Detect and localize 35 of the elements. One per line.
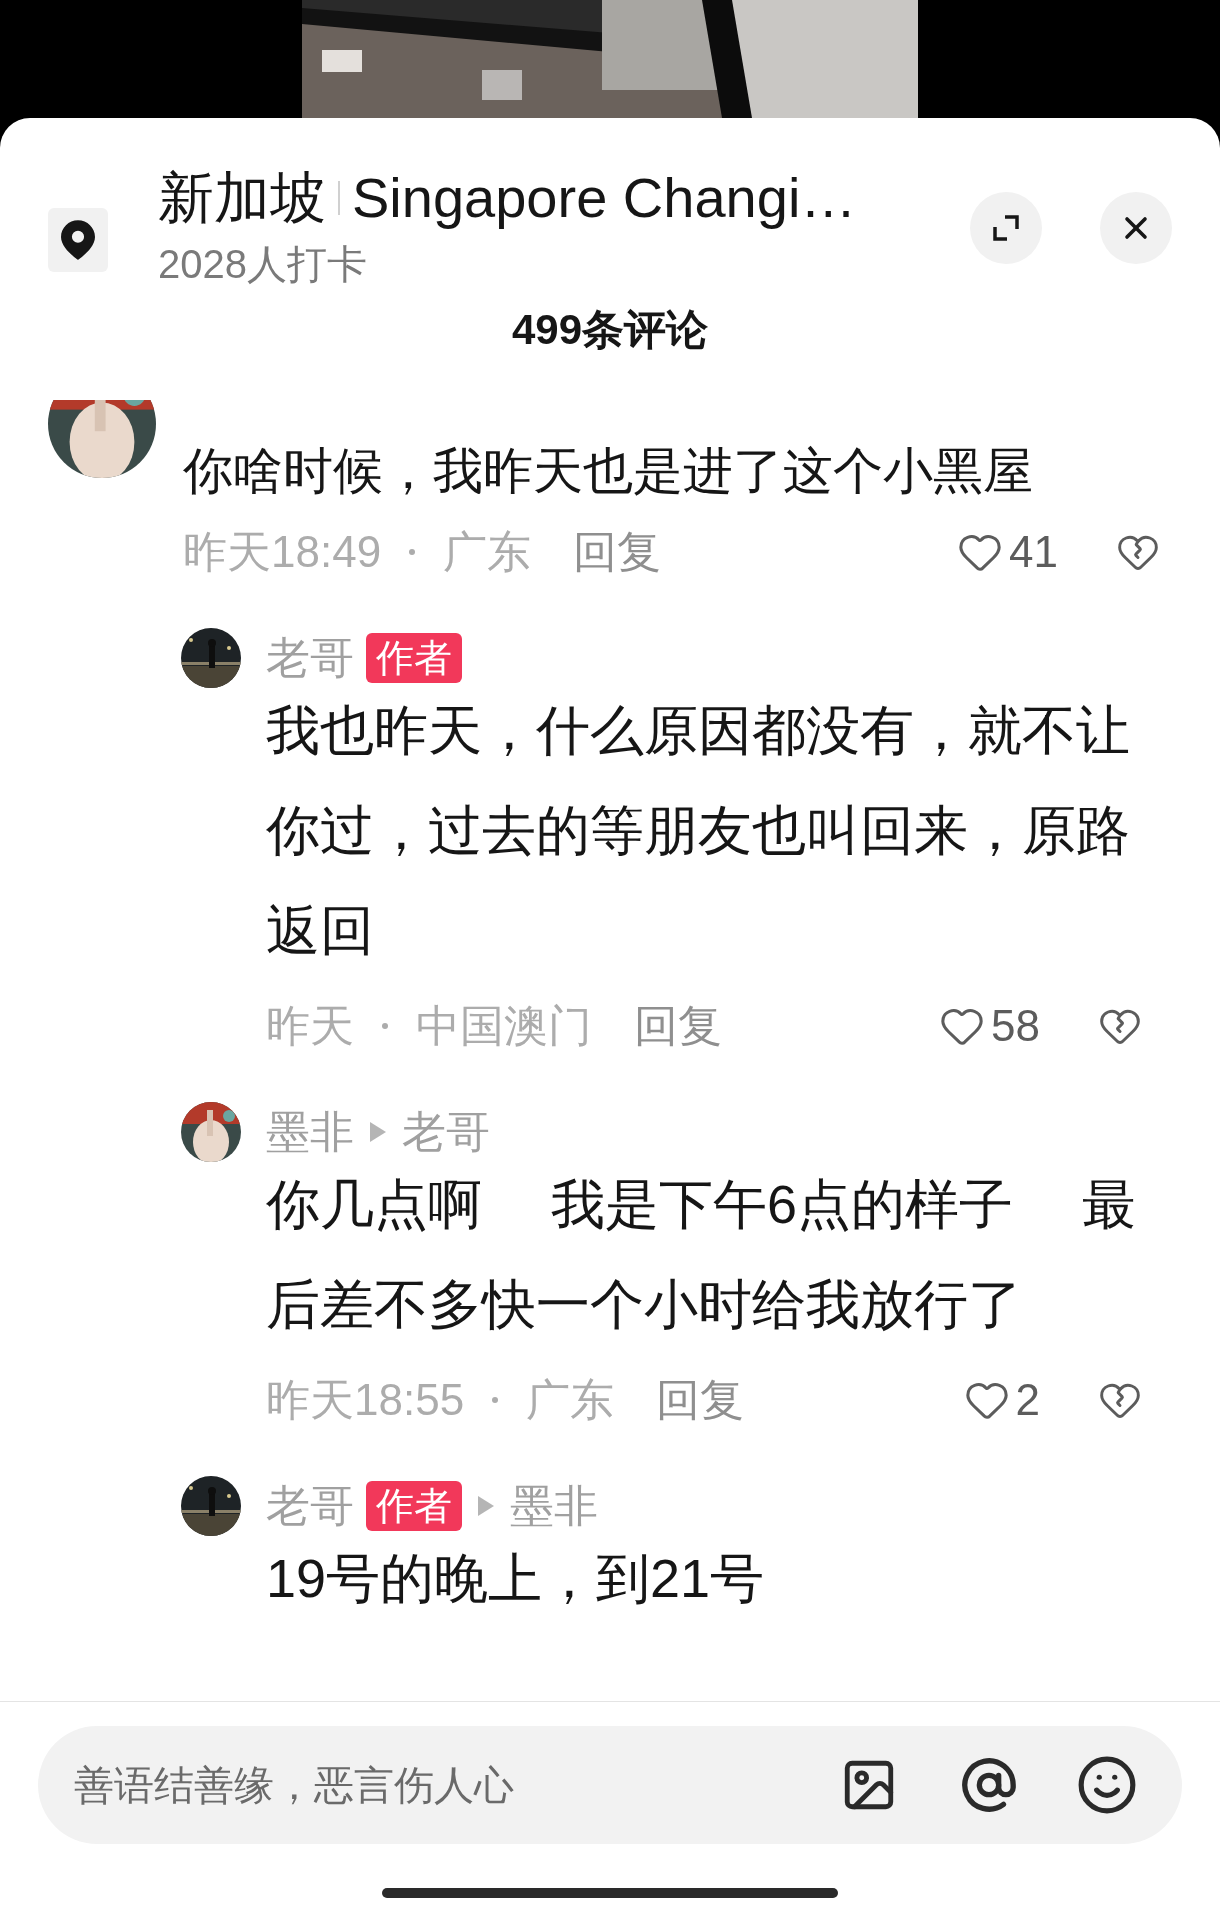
triangle-icon [478,1496,494,1516]
comment-region: 广东 [443,526,532,578]
triangle-icon [370,1122,386,1142]
like-button[interactable]: 41 [957,524,1058,580]
comment-time: 昨天 [266,1000,354,1052]
comment-text: 你几点啊 我是下午6点的样子 最后差不多快一个小时给我放行了 [266,1173,1138,1336]
user-name[interactable]: 墨非 [510,1473,598,1539]
reply-button[interactable]: 回复 [634,998,722,1054]
emoji-icon[interactable] [1076,1754,1138,1816]
comment-time: 昨天18:49 [183,526,382,578]
comment-text: 我也昨天，什么原因都没有，就不让你过，过去的等朋友也叫回来，原路返回 [266,699,1131,962]
comment-text: 19号的晚上，到21号 [266,1547,766,1610]
comment-time: 昨天18:55 [266,1374,465,1426]
comment-region: 广东 [526,1374,615,1426]
like-button[interactable]: 58 [939,998,1040,1054]
comment-text: 你啥时候，我昨天也是进了这个小黑屋 [183,442,1034,501]
like-button[interactable]: 2 [963,1372,1040,1428]
location-icon [48,208,108,272]
comment-count: 499条评论 [511,305,709,355]
reply-button[interactable]: 回复 [656,1372,745,1428]
author-badge: 作者 [366,633,462,683]
checkin-count: 2028人打卡 [158,241,368,288]
comment-region: 中国澳门 [416,1000,592,1052]
user-name[interactable]: 老哥 [266,625,354,691]
user-name[interactable]: 老哥 [266,1473,354,1539]
mention-icon[interactable] [960,1756,1018,1814]
expand-icon [991,213,1021,243]
author-badge: 作者 [366,1481,462,1531]
user-name[interactable]: 墨非 [266,1099,354,1165]
place-name: 新加坡 [158,165,326,231]
place-name-english: Singapore Changi… [352,165,857,231]
reply-button[interactable]: 回复 [573,524,662,580]
comment-field[interactable]: 善语结善缘，恶言伤人心 [74,1755,840,1815]
comment-input[interactable]: 善语结善缘，恶言伤人心 [38,1726,1182,1844]
user-name[interactable]: 老哥 [402,1099,490,1165]
